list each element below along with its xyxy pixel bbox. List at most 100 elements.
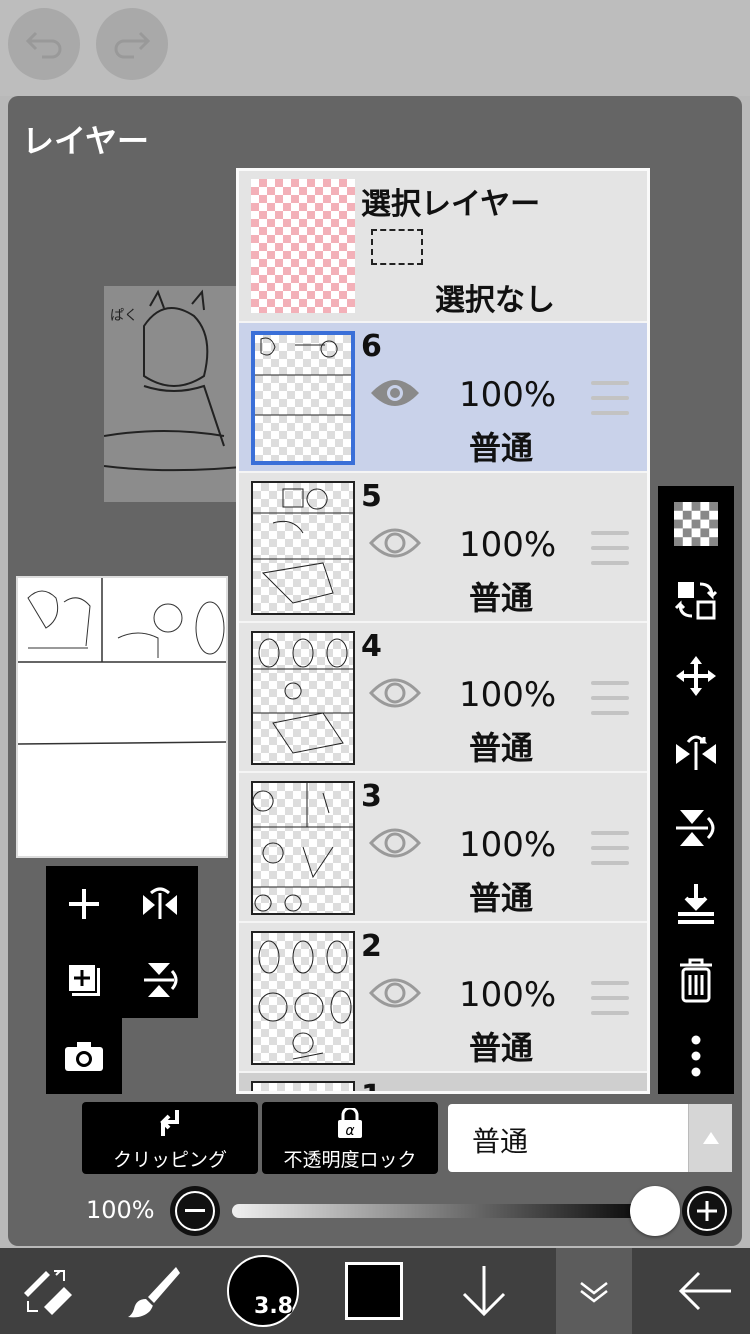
brush-tool-button[interactable] bbox=[112, 1248, 196, 1334]
drag-handle-icon[interactable] bbox=[591, 831, 629, 865]
brush-eraser-switch-icon bbox=[24, 1270, 72, 1315]
flip-vertical-icon bbox=[676, 810, 715, 846]
merge-down-icon bbox=[678, 884, 714, 924]
add-layer-button[interactable] bbox=[46, 866, 122, 942]
delete-layer-button[interactable] bbox=[658, 942, 734, 1018]
eye-icon bbox=[371, 380, 419, 406]
flip-horizontal-icon bbox=[676, 735, 716, 770]
merge-down-button[interactable] bbox=[658, 866, 734, 942]
arrow-left-icon bbox=[678, 1271, 731, 1311]
blend-mode-value: 普通 bbox=[472, 1125, 529, 1158]
flip-vertical-button[interactable] bbox=[122, 942, 198, 1018]
flip-horizontal-icon bbox=[143, 887, 177, 919]
bottom-toolbar: 3.8 bbox=[0, 1248, 750, 1334]
layer-blend-mode: 普通 bbox=[469, 579, 534, 617]
opacity-slider-track[interactable] bbox=[232, 1204, 658, 1218]
drag-handle-icon[interactable] bbox=[591, 381, 629, 415]
layer-row[interactable]: 1 bbox=[239, 1073, 647, 1091]
layer-opacity: 100% bbox=[459, 675, 557, 715]
selection-marquee-icon bbox=[371, 229, 423, 265]
eye-icon bbox=[368, 828, 422, 858]
tool-switch-button[interactable] bbox=[0, 1248, 92, 1334]
back-button[interactable] bbox=[660, 1248, 750, 1334]
layer-opacity: 100% bbox=[459, 525, 557, 565]
visibility-toggle[interactable] bbox=[368, 675, 422, 715]
checkerboard-icon bbox=[674, 502, 718, 546]
selection-layer-row[interactable]: 選択レイヤー 選択なし bbox=[239, 171, 647, 323]
panel-title: レイヤー bbox=[22, 122, 150, 160]
layer-opacity: 100% bbox=[459, 975, 557, 1015]
current-color-swatch bbox=[345, 1262, 403, 1320]
drag-handle-icon[interactable] bbox=[591, 681, 629, 715]
redo-button[interactable] bbox=[96, 8, 168, 80]
brush-size-button[interactable]: 3.8 bbox=[226, 1248, 300, 1334]
layer-row[interactable]: 2 100% 普通 bbox=[239, 923, 647, 1073]
layer-thumbnail bbox=[251, 931, 355, 1065]
swap-layers-button[interactable] bbox=[658, 562, 734, 638]
brush-size-indicator: 3.8 bbox=[227, 1255, 299, 1327]
layer-row[interactable]: 5 100% 普通 bbox=[239, 473, 647, 623]
top-bar bbox=[0, 0, 750, 96]
camera-tool-container bbox=[46, 1018, 122, 1094]
layer-number: 6 bbox=[361, 329, 382, 364]
blend-mode-dropdown[interactable] bbox=[688, 1104, 732, 1172]
layer-row[interactable]: 4 100% 普通 bbox=[239, 623, 647, 773]
more-options-button[interactable] bbox=[658, 1018, 734, 1094]
layer-blend-mode: 普通 bbox=[469, 429, 534, 467]
visibility-toggle[interactable] bbox=[369, 375, 421, 415]
more-vertical-icon bbox=[691, 1035, 701, 1077]
layer-row[interactable]: 3 100% 普通 bbox=[239, 773, 647, 923]
layer-blend-mode: 普通 bbox=[469, 1029, 534, 1067]
visibility-toggle[interactable] bbox=[368, 825, 422, 865]
eye-icon bbox=[368, 528, 422, 558]
opacity-slider-row: 100% bbox=[0, 1180, 750, 1244]
alpha-lock-label: 不透明度ロック bbox=[283, 1149, 417, 1171]
flip-horizontal-button[interactable] bbox=[122, 866, 198, 942]
clipping-button[interactable]: クリッピング bbox=[82, 1102, 258, 1174]
duplicate-layer-button[interactable] bbox=[46, 942, 122, 1018]
layer-list: 選択レイヤー 選択なし 6 100% 普通 5 100% 普通 4 100% 普… bbox=[236, 168, 650, 1094]
selection-layer-title: 選択レイヤー bbox=[361, 187, 541, 222]
visibility-toggle[interactable] bbox=[368, 975, 422, 1015]
trash-icon bbox=[680, 958, 712, 1003]
camera-button[interactable] bbox=[46, 1018, 122, 1094]
drag-handle-icon[interactable] bbox=[591, 981, 629, 1015]
opacity-decrease-button[interactable] bbox=[170, 1186, 220, 1236]
move-button[interactable] bbox=[658, 638, 734, 714]
layer-thumbnail bbox=[251, 331, 355, 465]
duplicate-icon bbox=[67, 963, 100, 996]
alpha-lock-button[interactable]: α 不透明度ロック bbox=[262, 1102, 438, 1174]
layer-thumbnail bbox=[251, 1081, 355, 1091]
undo-button[interactable] bbox=[8, 8, 80, 80]
layer-quick-tools bbox=[46, 866, 198, 1018]
layer-number: 4 bbox=[361, 629, 382, 664]
eye-icon bbox=[368, 678, 422, 708]
opacity-slider-thumb[interactable] bbox=[630, 1186, 680, 1236]
transparency-button[interactable] bbox=[658, 486, 734, 562]
layer-row[interactable]: 6 100% 普通 bbox=[239, 323, 647, 473]
layer-blend-mode: 普通 bbox=[469, 729, 534, 767]
layer-panel-toggle-button[interactable] bbox=[556, 1248, 632, 1334]
selection-status: 選択なし bbox=[435, 283, 555, 318]
undo-icon bbox=[25, 31, 62, 59]
import-down-button[interactable] bbox=[440, 1248, 528, 1334]
plus-icon bbox=[69, 889, 99, 919]
layer-number: 3 bbox=[361, 779, 382, 814]
flip-horizontal-layer-button[interactable] bbox=[658, 714, 734, 790]
color-picker-button[interactable] bbox=[334, 1248, 414, 1334]
layer-number: 5 bbox=[361, 479, 382, 514]
visibility-toggle[interactable] bbox=[368, 525, 422, 565]
svg-text:ぱく: ぱく bbox=[110, 308, 138, 324]
layer-thumbnail bbox=[251, 631, 355, 765]
opacity-increase-button[interactable] bbox=[682, 1186, 732, 1236]
clipping-arrow-icon bbox=[160, 1110, 179, 1136]
layer-action-toolbar bbox=[658, 486, 734, 1094]
brush-size-value: 3.8 bbox=[254, 1294, 293, 1319]
arrow-down-icon bbox=[462, 1266, 506, 1317]
swap-icon bbox=[674, 582, 718, 620]
drag-handle-icon[interactable] bbox=[591, 531, 629, 565]
layer-number: 1 bbox=[361, 1079, 382, 1091]
blend-mode-select[interactable]: 普通 bbox=[448, 1104, 732, 1172]
alpha-lock-icon: α bbox=[338, 1106, 362, 1139]
flip-vertical-layer-button[interactable] bbox=[658, 790, 734, 866]
